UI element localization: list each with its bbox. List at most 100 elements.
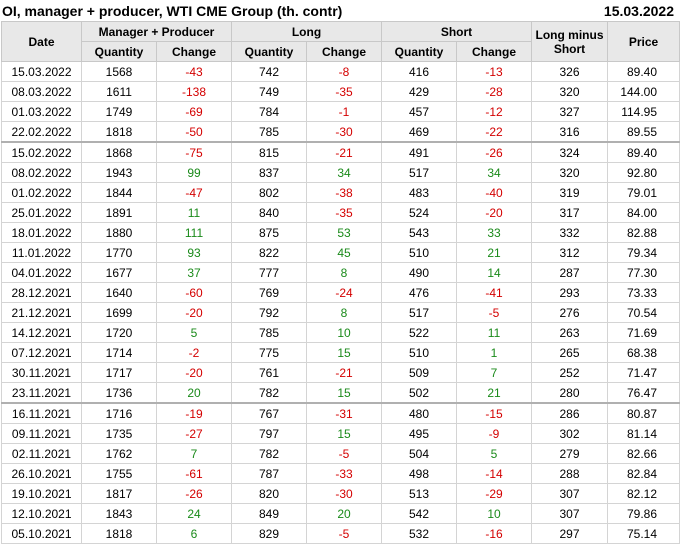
table-row: 02.11.2021 1762 7 782 -5 504 5 279 82.66 bbox=[1, 443, 680, 464]
cell-price: 70.54 bbox=[607, 302, 680, 323]
cell-short-quantity: 542 bbox=[381, 503, 458, 524]
cell-short-change: 11 bbox=[456, 322, 533, 343]
cell-date: 12.10.2021 bbox=[1, 503, 82, 524]
table-row: 15.02.2022 1868 -75 815 -21 491 -26 324 89.40 bbox=[1, 141, 680, 163]
cell-mp-change: -60 bbox=[156, 282, 232, 303]
cell-long-change: 10 bbox=[305, 322, 383, 343]
cell-short-change: 21 bbox=[456, 242, 533, 263]
cell-price: 75.14 bbox=[607, 523, 680, 544]
cell-long-minus-short: 279 bbox=[531, 443, 609, 464]
cell-short-quantity: 476 bbox=[381, 282, 458, 303]
table-row: 22.02.2022 1818 -50 785 -30 469 -22 316 89.55 bbox=[1, 121, 680, 143]
cell-long-minus-short: 302 bbox=[531, 423, 609, 444]
cell-mp-change: 5 bbox=[156, 322, 232, 343]
table-row: 15.03.2022 1568 -43 742 -8 416 -13 326 89.40 bbox=[1, 61, 680, 82]
cell-long-quantity: 820 bbox=[231, 483, 307, 504]
cell-mp-change: -75 bbox=[156, 141, 232, 163]
cell-price: 144.00 bbox=[607, 81, 680, 102]
table-body: 15.03.2022 1568 -43 742 -8 416 -13 326 89.40 08.0… bbox=[1, 61, 680, 544]
cell-short-quantity: 517 bbox=[381, 162, 458, 183]
report-date: 15.03.2022 bbox=[603, 3, 674, 19]
cell-short-change: 1 bbox=[456, 342, 533, 363]
header-row-1: Date Manager + Producer Long Short Long … bbox=[1, 21, 680, 62]
cell-mp-quantity: 1880 bbox=[81, 222, 157, 243]
header-long-quantity: Quantity bbox=[231, 41, 307, 62]
cell-long-minus-short: 327 bbox=[531, 101, 609, 122]
cell-price: 114.95 bbox=[607, 101, 680, 122]
cell-mp-change: -50 bbox=[156, 121, 232, 143]
cell-short-change: -26 bbox=[456, 141, 533, 163]
cell-mp-change: -19 bbox=[156, 402, 232, 424]
cell-mp-quantity: 1640 bbox=[81, 282, 157, 303]
cell-long-change: -33 bbox=[305, 463, 383, 484]
cell-long-minus-short: 287 bbox=[531, 262, 609, 283]
cell-short-change: -9 bbox=[456, 423, 533, 444]
cell-short-quantity: 480 bbox=[381, 402, 458, 424]
cell-long-minus-short: 265 bbox=[531, 342, 609, 363]
cell-short-change: -16 bbox=[456, 523, 533, 544]
cell-long-change: -35 bbox=[305, 202, 383, 223]
cell-date: 30.11.2021 bbox=[1, 362, 82, 383]
cell-long-minus-short: 293 bbox=[531, 282, 609, 303]
cell-short-quantity: 509 bbox=[381, 362, 458, 383]
cell-date: 19.10.2021 bbox=[1, 483, 82, 504]
cell-mp-change: 37 bbox=[156, 262, 232, 283]
cell-long-minus-short: 317 bbox=[531, 202, 609, 223]
cell-short-change: -22 bbox=[456, 121, 533, 143]
cell-long-minus-short: 252 bbox=[531, 362, 609, 383]
cell-mp-quantity: 1677 bbox=[81, 262, 157, 283]
table-row: 16.11.2021 1716 -19 767 -31 480 -15 286 80.87 bbox=[1, 402, 680, 424]
cell-mp-quantity: 1770 bbox=[81, 242, 157, 263]
cell-mp-change: 24 bbox=[156, 503, 232, 524]
cell-short-quantity: 510 bbox=[381, 342, 458, 363]
cell-long-minus-short: 316 bbox=[531, 121, 609, 143]
cell-long-change: 34 bbox=[305, 162, 383, 183]
table-row: 08.03.2022 1611 -138 749 -35 429 -28 320 144.00 bbox=[1, 81, 680, 102]
cell-date: 16.11.2021 bbox=[1, 402, 82, 424]
cell-long-quantity: 829 bbox=[231, 523, 307, 544]
table-row: 14.12.2021 1720 5 785 10 522 11 263 71.69 bbox=[1, 322, 680, 343]
table-row: 18.01.2022 1880 111 875 53 543 33 332 82.88 bbox=[1, 222, 680, 243]
table-row: 07.12.2021 1714 -2 775 15 510 1 265 68.38 bbox=[1, 342, 680, 363]
cell-mp-quantity: 1699 bbox=[81, 302, 157, 323]
cell-short-change: 10 bbox=[456, 503, 533, 524]
table-row: 26.10.2021 1755 -61 787 -33 498 -14 288 82.84 bbox=[1, 463, 680, 484]
cell-date: 09.11.2021 bbox=[1, 423, 82, 444]
cell-long-minus-short: 280 bbox=[531, 382, 609, 404]
cell-long-change: -31 bbox=[305, 402, 383, 424]
header-price: Price bbox=[607, 21, 680, 62]
cell-long-quantity: 822 bbox=[231, 242, 307, 263]
cell-long-change: 8 bbox=[305, 302, 383, 323]
cell-price: 68.38 bbox=[607, 342, 680, 363]
cell-long-quantity: 767 bbox=[231, 402, 307, 424]
cell-date: 14.12.2021 bbox=[1, 322, 82, 343]
cell-mp-change: -138 bbox=[156, 81, 232, 102]
cell-price: 77.30 bbox=[607, 262, 680, 283]
report-title: OI, manager + producer, WTI CME Group (t… bbox=[2, 3, 343, 19]
cell-long-change: -1 bbox=[305, 101, 383, 122]
cell-long-minus-short: 307 bbox=[531, 483, 609, 504]
cell-date: 21.12.2021 bbox=[1, 302, 82, 323]
cell-long-minus-short: 320 bbox=[531, 81, 609, 102]
cell-short-quantity: 457 bbox=[381, 101, 458, 122]
cell-long-quantity: 837 bbox=[231, 162, 307, 183]
cell-short-quantity: 502 bbox=[381, 382, 458, 404]
cell-long-minus-short: 307 bbox=[531, 503, 609, 524]
cell-long-change: -21 bbox=[305, 362, 383, 383]
cell-short-change: -13 bbox=[456, 61, 533, 82]
cell-long-change: 53 bbox=[305, 222, 383, 243]
cell-long-change: -38 bbox=[305, 182, 383, 203]
cell-mp-quantity: 1611 bbox=[81, 81, 157, 102]
cell-long-change: 20 bbox=[305, 503, 383, 524]
header-manager-producer: Manager + Producer bbox=[81, 21, 232, 42]
cell-long-quantity: 777 bbox=[231, 262, 307, 283]
cell-date: 11.01.2022 bbox=[1, 242, 82, 263]
cell-mp-change: -20 bbox=[156, 362, 232, 383]
cell-long-change: -21 bbox=[305, 141, 383, 163]
cell-long-change: 15 bbox=[305, 342, 383, 363]
cell-mp-quantity: 1891 bbox=[81, 202, 157, 223]
cell-short-quantity: 490 bbox=[381, 262, 458, 283]
cell-long-quantity: 749 bbox=[231, 81, 307, 102]
cell-mp-quantity: 1943 bbox=[81, 162, 157, 183]
cell-long-quantity: 775 bbox=[231, 342, 307, 363]
